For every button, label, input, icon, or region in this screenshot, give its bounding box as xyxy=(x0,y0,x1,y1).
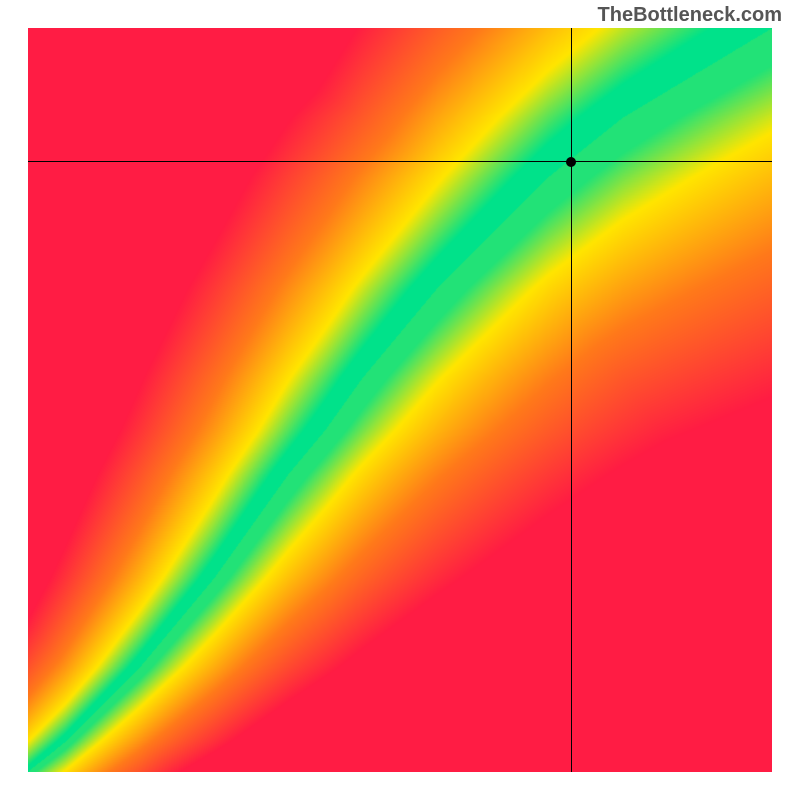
crosshair-vertical xyxy=(571,28,572,772)
heatmap-canvas xyxy=(28,28,772,772)
data-point xyxy=(566,157,576,167)
watermark-text: TheBottleneck.com xyxy=(598,4,782,27)
crosshair-horizontal xyxy=(28,161,772,162)
heatmap-plot xyxy=(28,28,772,772)
